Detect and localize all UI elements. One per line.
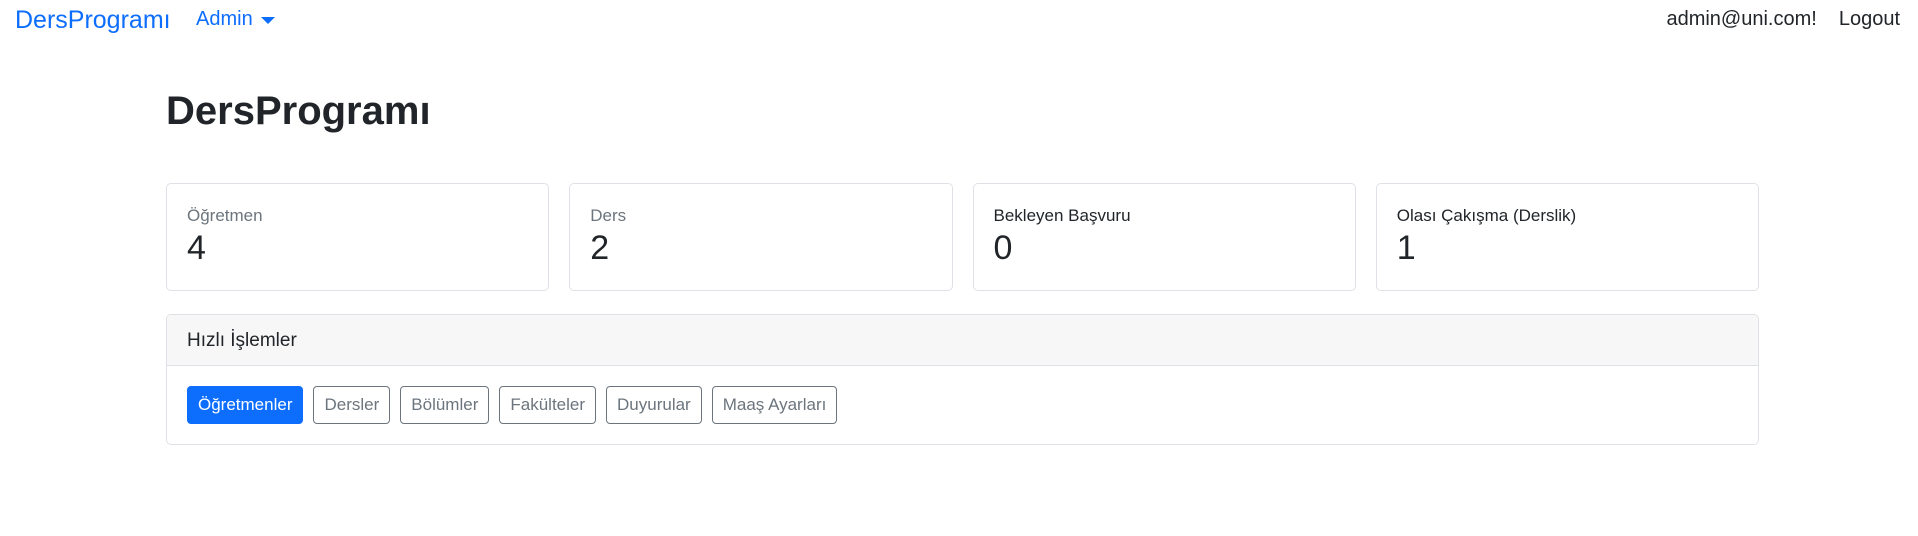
stat-value: 4 xyxy=(187,229,206,267)
quick-actions-card: Hızlı İşlemler Öğretmenler Dersler Bölüm… xyxy=(166,314,1759,445)
stat-label: Ders xyxy=(590,206,627,225)
brand-link[interactable]: DersProgramı xyxy=(15,6,171,34)
ogretmenler-button[interactable]: Öğretmenler xyxy=(187,386,304,424)
stat-value: 0 xyxy=(993,229,1013,267)
user-email: admin@uni.com! xyxy=(1666,8,1817,30)
stats-row: Öğretmen 4 Ders 2 Bekleyen Başvuru 0 Ola… xyxy=(166,183,1759,291)
admin-dropdown[interactable]: Admin xyxy=(196,7,275,31)
quick-actions-header: Hızlı İşlemler xyxy=(167,315,1758,366)
stat-card-olasi-cakisma: Olası Çakışma (Derslik) 1 xyxy=(1375,183,1759,291)
stat-card-ders: Ders 2 xyxy=(569,183,953,291)
navbar: DersProgramı Admin admin@uni.com! Logout xyxy=(0,0,1918,40)
stat-label: Öğretmen xyxy=(187,206,263,225)
fakulteler-button[interactable]: Fakülteler xyxy=(499,386,597,424)
logout-link[interactable]: Logout xyxy=(1839,7,1900,31)
bolumler-button[interactable]: Bölümler xyxy=(400,386,490,424)
maas-ayarlari-button[interactable]: Maaş Ayarları xyxy=(711,386,838,424)
duyurular-button[interactable]: Duyurular xyxy=(606,386,702,424)
stat-label: Bekleyen Başvuru xyxy=(993,206,1131,225)
page-title: DersProgramı xyxy=(166,89,431,133)
stat-label: Olası Çakışma (Derslik) xyxy=(1396,206,1577,225)
stat-value: 1 xyxy=(1396,229,1416,267)
caret-down-icon xyxy=(260,16,275,24)
quick-actions-body: Öğretmenler Dersler Bölümler Fakülteler … xyxy=(167,366,1758,424)
stat-card-bekleyen-basvuru: Bekleyen Başvuru 0 xyxy=(972,183,1356,291)
stat-value: 2 xyxy=(590,229,610,267)
nav-right: admin@uni.com! Logout xyxy=(1666,7,1900,31)
admin-dropdown-label: Admin xyxy=(196,8,253,30)
stat-card-ogretmen: Öğretmen 4 xyxy=(166,183,550,291)
dersler-button[interactable]: Dersler xyxy=(313,386,391,424)
